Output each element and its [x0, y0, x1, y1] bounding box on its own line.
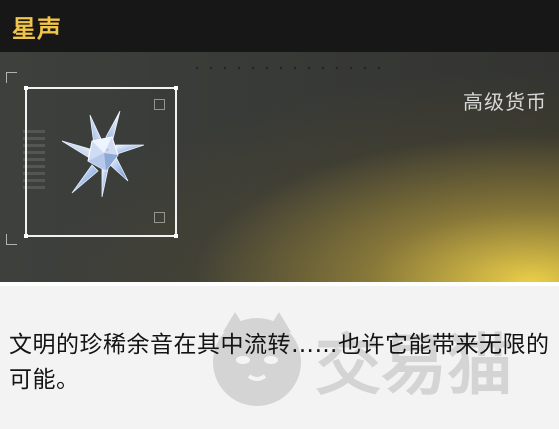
frame-corner-dot [174, 234, 178, 238]
frame-corner-dot [174, 86, 178, 90]
frame-corner-dot [24, 86, 28, 90]
frame-square-mark [154, 99, 165, 110]
item-icon-frame [23, 86, 178, 238]
frame-side-decoration [23, 129, 45, 189]
item-name: 星声 [12, 14, 62, 43]
item-art-panel: 高级货币 [0, 52, 559, 282]
item-detail-card: 星声 高级货币 交易猫 文明的珍稀余音在其中流转……也许它能带来无限的可能。 [0, 0, 559, 429]
item-type-label: 高级货币 [463, 90, 547, 114]
title-bar: 星声 [0, 0, 559, 52]
description-panel: 交易猫 文明的珍稀余音在其中流转……也许它能带来无限的可能。 [0, 286, 559, 429]
crystal-star-icon [62, 111, 144, 197]
corner-mark-top-left [6, 72, 17, 83]
frame-corner-dot [24, 234, 28, 238]
corner-mark-bottom-left [6, 234, 17, 245]
frame-square-mark [154, 212, 165, 223]
item-description: 文明的珍稀余音在其中流转……也许它能带来无限的可能。 [9, 332, 550, 393]
decorative-dots [190, 66, 390, 70]
